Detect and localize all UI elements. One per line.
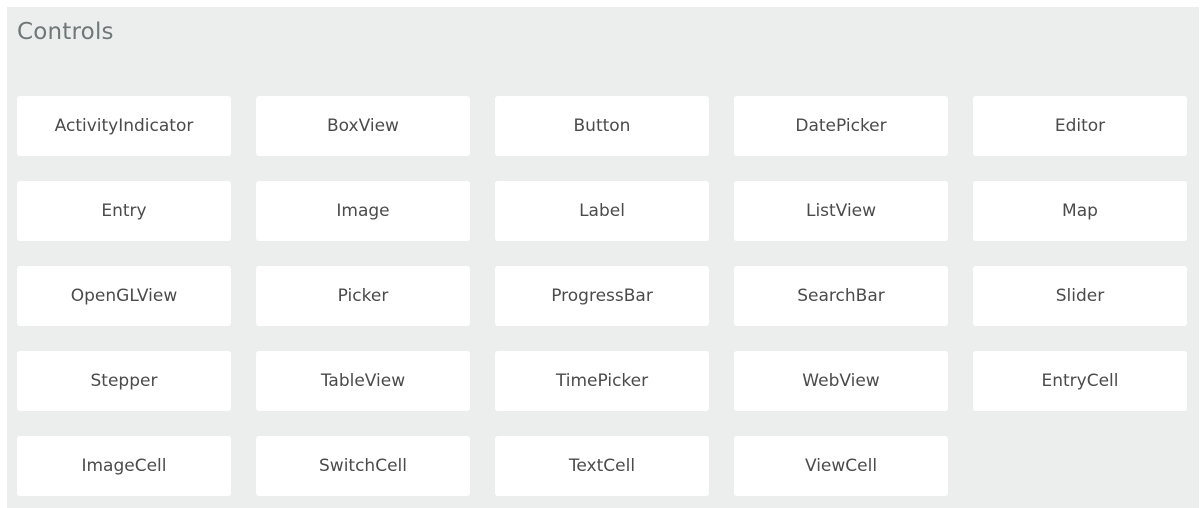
control-label: Map (1062, 201, 1098, 221)
control-button-listview[interactable]: ListView (734, 181, 948, 241)
control-label: ActivityIndicator (54, 116, 194, 136)
control-button-entrycell[interactable]: EntryCell (973, 351, 1187, 411)
control-label: TimePicker (555, 371, 649, 391)
control-button-webview[interactable]: WebView (734, 351, 948, 411)
control-button-map[interactable]: Map (973, 181, 1187, 241)
control-label: Picker (337, 286, 389, 306)
control-button-picker[interactable]: Picker (256, 266, 470, 326)
control-button-switchcell[interactable]: SwitchCell (256, 436, 470, 496)
control-button-progressbar[interactable]: ProgressBar (495, 266, 709, 326)
control-button-stepper[interactable]: Stepper (17, 351, 231, 411)
control-button-button[interactable]: Button (495, 96, 709, 156)
control-button-imagecell[interactable]: ImageCell (17, 436, 231, 496)
control-label: TextCell (568, 456, 636, 476)
control-button-viewcell[interactable]: ViewCell (734, 436, 948, 496)
controls-panel: Controls ActivityIndicator BoxView Butto… (7, 7, 1199, 508)
control-button-slider[interactable]: Slider (973, 266, 1187, 326)
control-label: ListView (805, 201, 877, 221)
control-label: Slider (1055, 286, 1105, 306)
control-button-label[interactable]: Label (495, 181, 709, 241)
control-label: ProgressBar (551, 286, 653, 306)
panel-title: Controls (17, 19, 114, 45)
control-label: Stepper (90, 371, 158, 391)
control-label: ImageCell (81, 456, 167, 476)
control-button-image[interactable]: Image (256, 181, 470, 241)
control-button-boxview[interactable]: BoxView (256, 96, 470, 156)
control-button-datepicker[interactable]: DatePicker (734, 96, 948, 156)
control-label: EntryCell (1041, 371, 1119, 391)
control-button-openglview[interactable]: OpenGLView (17, 266, 231, 326)
control-button-textcell[interactable]: TextCell (495, 436, 709, 496)
control-button-tableview[interactable]: TableView (256, 351, 470, 411)
control-button-activityindicator[interactable]: ActivityIndicator (17, 96, 231, 156)
control-button-entry[interactable]: Entry (17, 181, 231, 241)
control-label: SwitchCell (319, 456, 407, 476)
control-label: OpenGLView (70, 286, 178, 306)
control-label: BoxView (327, 116, 399, 136)
control-label: Editor (1054, 116, 1106, 136)
control-label: SearchBar (797, 286, 885, 306)
controls-grid: ActivityIndicator BoxView Button DatePic… (17, 96, 1187, 496)
control-label: ViewCell (804, 456, 878, 476)
control-button-timepicker[interactable]: TimePicker (495, 351, 709, 411)
control-label: Entry (101, 201, 147, 221)
control-label: Image (336, 201, 390, 221)
control-button-editor[interactable]: Editor (973, 96, 1187, 156)
control-label: DatePicker (795, 116, 887, 136)
control-button-searchbar[interactable]: SearchBar (734, 266, 948, 326)
control-label: TableView (320, 371, 406, 391)
control-label: WebView (802, 371, 880, 391)
control-label: Label (579, 201, 625, 221)
control-label: Button (573, 116, 631, 136)
